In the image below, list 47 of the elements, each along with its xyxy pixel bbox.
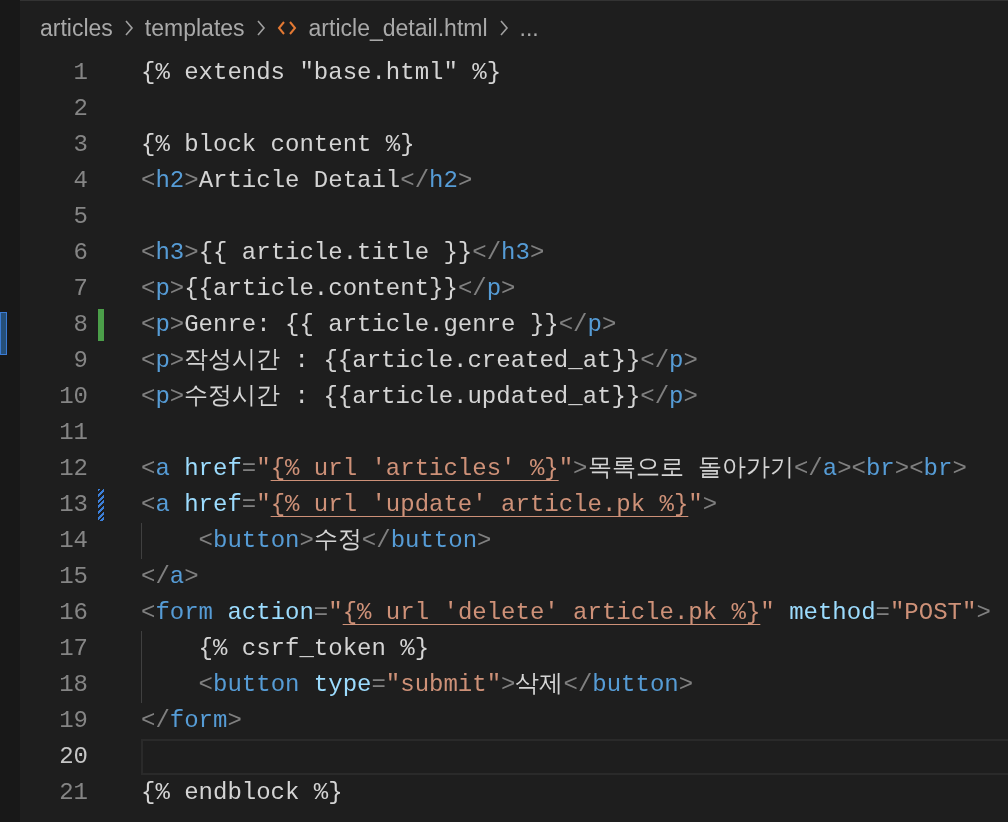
chevron-right-icon bbox=[122, 19, 135, 37]
code-line: <a href="{% url 'update' article.pk %}"> bbox=[141, 491, 718, 518]
line-number: 8 bbox=[72, 310, 88, 340]
code-line: <button type="submit">삭제</button> bbox=[198, 671, 694, 698]
line-number: 10 bbox=[58, 382, 88, 412]
breadcrumb-item[interactable]: templates bbox=[144, 10, 245, 46]
line-number: 4 bbox=[72, 166, 88, 196]
line-number: 14 bbox=[58, 526, 88, 556]
code-line: <h2>Article Detail</h2> bbox=[141, 167, 473, 194]
code-line: {% csrf_token %} bbox=[198, 635, 430, 662]
code-line: <p>{{article.content}}</p> bbox=[141, 275, 516, 302]
line-number: 16 bbox=[58, 598, 88, 628]
code-line: <p>작성시간 : {{article.created_at}}</p> bbox=[141, 347, 698, 374]
line-number: 19 bbox=[58, 706, 88, 736]
line-number: 11 bbox=[58, 418, 88, 448]
line-number: 13 bbox=[58, 490, 88, 520]
breadcrumb-more[interactable]: ... bbox=[519, 10, 539, 46]
line-number: 6 bbox=[72, 238, 88, 268]
panel-sash[interactable] bbox=[0, 312, 7, 355]
code-line: <p>수정시간 : {{article.updated_at}}</p> bbox=[141, 383, 698, 410]
line-number: 17 bbox=[58, 634, 88, 664]
code-line: <form action="{% url 'delete' article.pk %}" method="POST"> bbox=[141, 599, 991, 626]
line-number: 21 bbox=[58, 778, 88, 808]
code-line: </a> bbox=[141, 563, 199, 590]
code-line: <a href="{% url 'articles' %}">목록으로 돌아가기</a><br><br> bbox=[141, 455, 967, 482]
line-number: 2 bbox=[72, 94, 88, 124]
chevron-right-icon bbox=[497, 19, 510, 37]
code-line: </form> bbox=[141, 707, 242, 734]
line-number: 7 bbox=[72, 274, 88, 304]
breadcrumb-item[interactable]: article_detail.html bbox=[308, 10, 488, 46]
code-line: {% endblock %} bbox=[141, 779, 343, 806]
line-number: 18 bbox=[58, 670, 88, 700]
code-brackets-icon bbox=[276, 20, 297, 36]
line-number: 1 bbox=[72, 58, 88, 88]
code-line: {% block content %} bbox=[141, 131, 415, 158]
line-number: 9 bbox=[72, 346, 88, 376]
line-number: 5 bbox=[72, 202, 88, 232]
line-number: 15 bbox=[58, 562, 88, 592]
line-number: 20 bbox=[58, 742, 88, 772]
chevron-right-icon bbox=[254, 19, 267, 37]
breadcrumb-item[interactable]: articles bbox=[40, 10, 113, 46]
code-line: <p>Genre: {{ article.genre }}</p> bbox=[141, 311, 617, 338]
line-number: 3 bbox=[72, 130, 88, 160]
code-line: <button>수정</button> bbox=[198, 527, 492, 554]
code-line: <h3>{{ article.title }}</h3> bbox=[141, 239, 545, 266]
line-number: 12 bbox=[58, 454, 88, 484]
code-line: {% extends "base.html" %} bbox=[141, 59, 502, 86]
